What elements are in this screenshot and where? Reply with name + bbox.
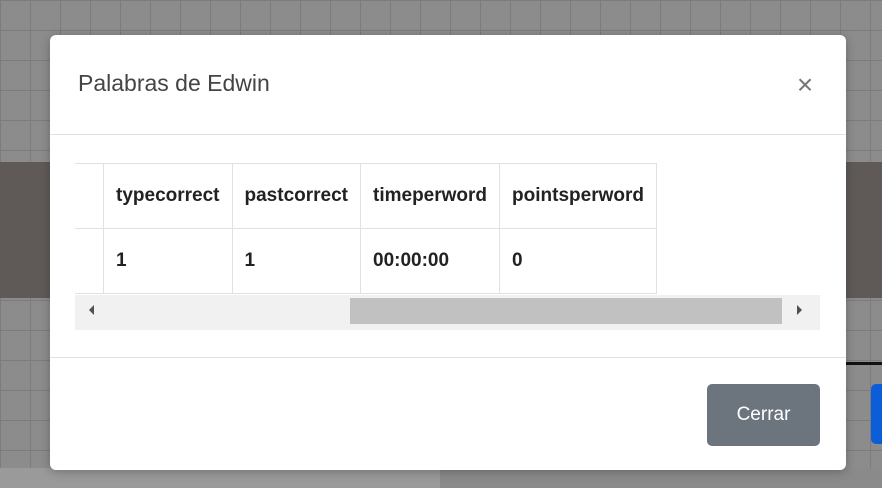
background-primary-button <box>871 384 882 444</box>
table-cell <box>75 228 104 294</box>
table-header-row: d typecorrect pastcorrect timeperword po… <box>75 163 657 229</box>
column-header: d <box>75 163 104 229</box>
table-cell: 0 <box>499 228 657 294</box>
table-cell: 00:00:00 <box>359 228 501 294</box>
table-scroll-container[interactable]: d typecorrect pastcorrect timeperword po… <box>75 163 820 330</box>
table-cell: 1 <box>231 228 361 294</box>
scroll-right-icon[interactable] <box>797 305 802 315</box>
background-strip <box>440 468 882 488</box>
words-table: d typecorrect pastcorrect timeperword po… <box>75 163 657 294</box>
column-header: typecorrect <box>103 163 233 229</box>
table-row: 1 1 00:00:00 0 <box>75 228 657 294</box>
background-divider <box>846 362 882 365</box>
scrollbar-thumb[interactable] <box>350 298 782 324</box>
table-viewport: d typecorrect pastcorrect timeperword po… <box>75 163 820 295</box>
column-header: pastcorrect <box>231 163 361 229</box>
close-icon[interactable]: × <box>790 68 820 102</box>
modal-dialog: Palabras de Edwin × d typecorrect pastco… <box>50 35 846 470</box>
close-button[interactable]: Cerrar <box>707 384 820 446</box>
table-cell: 1 <box>103 228 233 294</box>
scroll-left-icon[interactable] <box>89 305 94 315</box>
column-header: pointsperword <box>499 163 657 229</box>
horizontal-scrollbar[interactable] <box>75 295 820 330</box>
modal-footer: Cerrar <box>50 357 846 470</box>
modal-header: Palabras de Edwin × <box>50 35 846 135</box>
modal-title: Palabras de Edwin <box>78 70 270 96</box>
column-header: timeperword <box>359 163 501 229</box>
